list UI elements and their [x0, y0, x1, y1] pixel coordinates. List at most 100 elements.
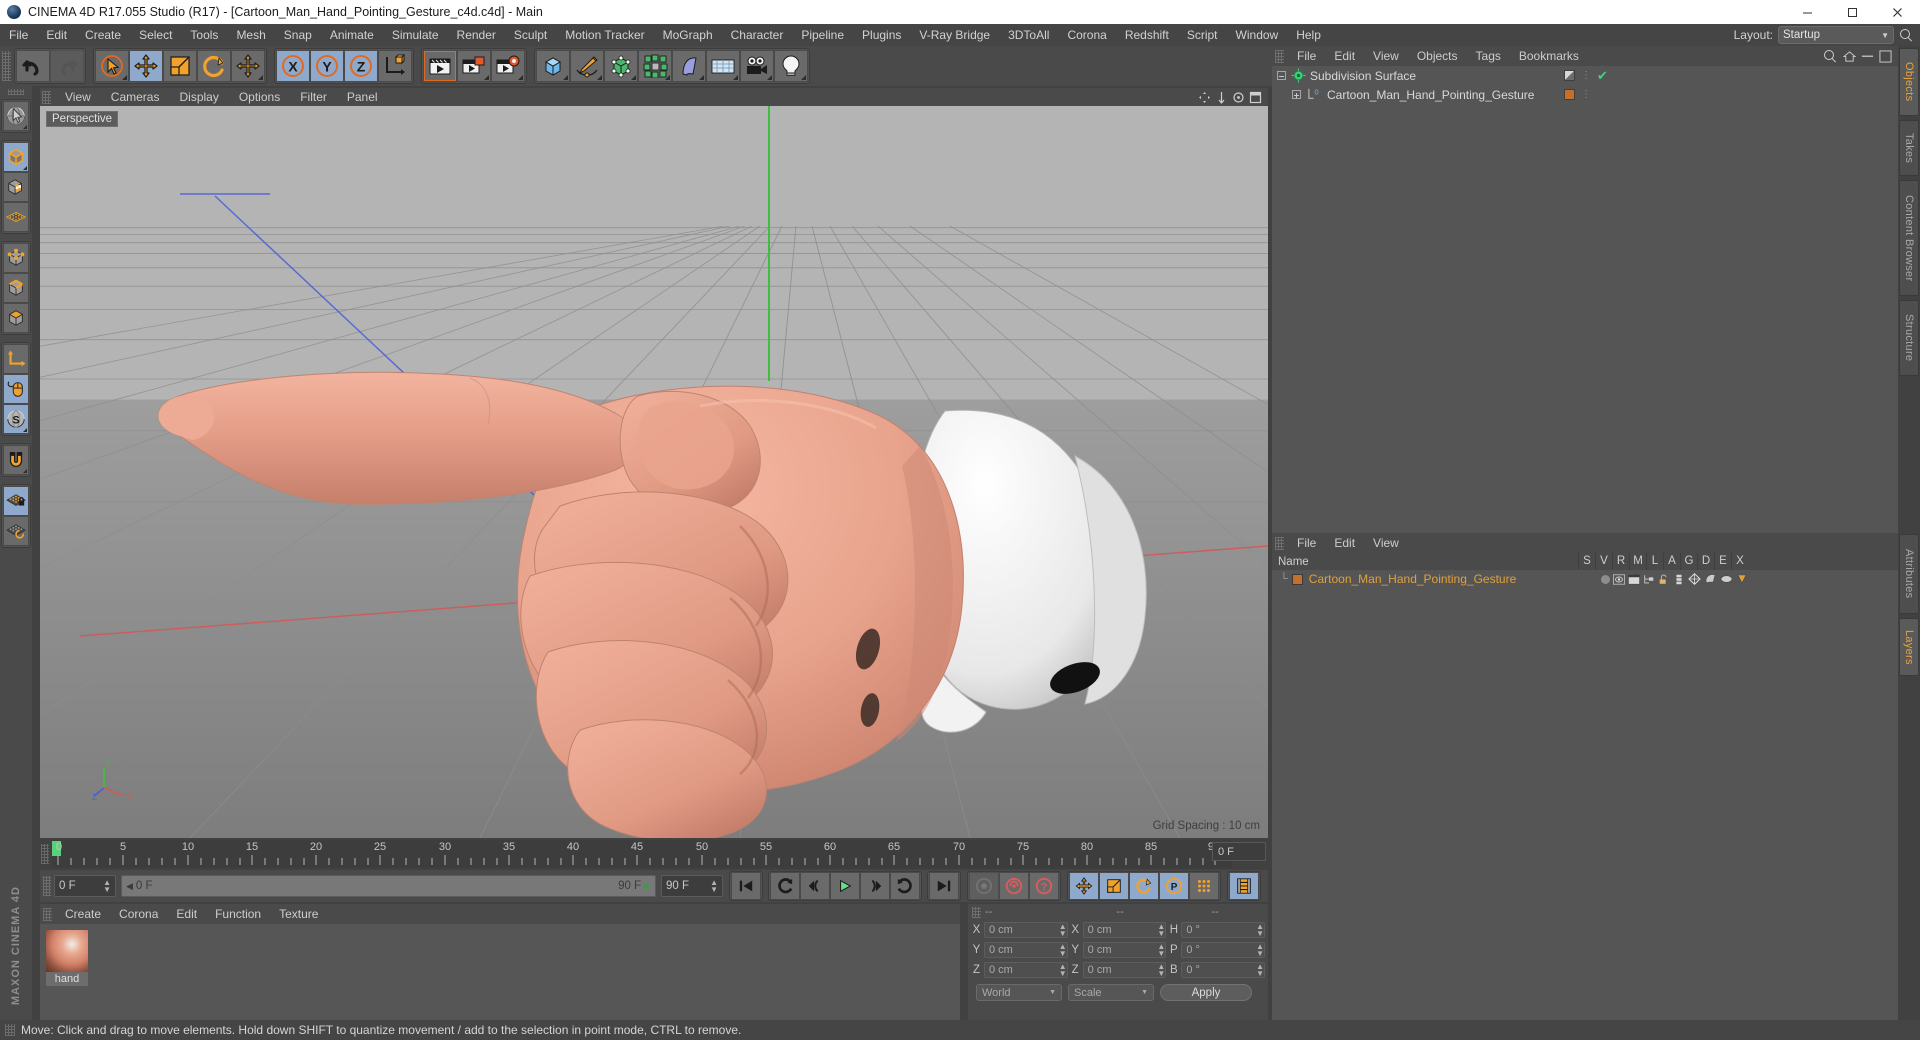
spinner-icon[interactable]: ▲ ▼: [103, 879, 111, 894]
viewport-menu-cameras[interactable]: Cameras: [101, 88, 170, 106]
menu-script[interactable]: Script: [1178, 24, 1227, 46]
edge-mode-button[interactable]: [3, 273, 29, 303]
step-back-frame-button[interactable]: [800, 872, 830, 900]
texture-mode-button[interactable]: [3, 172, 29, 202]
objmgr-expand-icon[interactable]: [1879, 49, 1892, 63]
visibility-eye-icon[interactable]: [1613, 573, 1625, 585]
menu-pipeline[interactable]: Pipeline: [792, 24, 853, 46]
menu-select[interactable]: Select: [130, 24, 181, 46]
render-view-button[interactable]: [423, 50, 457, 82]
menu-motion-tracker[interactable]: Motion Tracker: [556, 24, 653, 46]
tab-content-browser[interactable]: Content Browser: [1899, 180, 1919, 296]
objmgr-search-icon[interactable]: [1823, 49, 1838, 64]
coord-input-pos-y[interactable]: 0 cm ▲ ▼: [984, 942, 1068, 958]
layermgr-menu-file[interactable]: File: [1288, 533, 1325, 553]
rotate-tool-button[interactable]: [197, 50, 231, 82]
menu-create[interactable]: Create: [76, 24, 130, 46]
objmgr-menu-objects[interactable]: Objects: [1408, 46, 1467, 66]
key-pla-button[interactable]: [1189, 872, 1219, 900]
scale-tool-button[interactable]: [163, 50, 197, 82]
row-dots-icon[interactable]: ⋮: [1581, 70, 1591, 80]
xref-icon[interactable]: [1736, 573, 1748, 585]
menu-help[interactable]: Help: [1287, 24, 1330, 46]
current-frame-field[interactable]: 0 F ▲ ▼: [54, 875, 116, 897]
spinner-icon[interactable]: ▲ ▼: [710, 879, 718, 894]
status-bar-grip[interactable]: [5, 1024, 15, 1036]
viewport-menu-options[interactable]: Options: [229, 88, 290, 106]
object-axis-button[interactable]: [3, 344, 29, 374]
magnet-icon-button[interactable]: [3, 445, 29, 475]
timeline-grip[interactable]: [41, 844, 49, 864]
layout-select[interactable]: Startup ▼: [1778, 26, 1894, 44]
coord-input-size-z[interactable]: 0 cm ▲ ▼: [1082, 962, 1167, 978]
minimize-button[interactable]: [1785, 0, 1830, 24]
menu-vray-bridge[interactable]: V-Ray Bridge: [910, 24, 999, 46]
viewport-menu-display[interactable]: Display: [169, 88, 228, 106]
move-tool-button[interactable]: [129, 50, 163, 82]
layer-color-swatch[interactable]: [1291, 573, 1303, 585]
coord-input-rot-h[interactable]: 0 ° ▲ ▼: [1181, 922, 1266, 938]
tab-layers[interactable]: Layers: [1899, 618, 1919, 676]
layermgr-menu-edit[interactable]: Edit: [1325, 533, 1364, 553]
apply-button[interactable]: Apply: [1160, 984, 1252, 1001]
maximize-view-icon[interactable]: [1249, 91, 1262, 104]
solo-dot-icon[interactable]: [1601, 574, 1610, 584]
polygon-mode-button[interactable]: [3, 303, 29, 333]
deformer-bend-button[interactable]: [672, 50, 706, 82]
menu-snap[interactable]: Snap: [275, 24, 321, 46]
objmgr-collapse-icon[interactable]: [1861, 50, 1874, 63]
max-frame-field[interactable]: 90 F ▲ ▼: [661, 875, 723, 897]
menu-redshift[interactable]: Redshift: [1116, 24, 1178, 46]
coord-input-rot-p[interactable]: 0 ° ▲ ▼: [1181, 942, 1266, 958]
coordinates-grip[interactable]: [972, 906, 981, 918]
spinner-icon[interactable]: ▲ ▼: [1256, 923, 1264, 938]
workplane-lock-button[interactable]: [3, 486, 29, 516]
mouse-tool-button[interactable]: [3, 374, 29, 404]
timeline-ruler[interactable]: 0 5 10 15 20 25 30 35 40 45 50 55 60 65 …: [52, 840, 1232, 868]
world-axis-button[interactable]: [378, 50, 412, 82]
menu-tools[interactable]: Tools: [181, 24, 227, 46]
go-to-end-button[interactable]: [929, 872, 959, 900]
timeline-frame-field[interactable]: 0 F: [1212, 842, 1266, 861]
scale-view-icon[interactable]: [1215, 91, 1228, 104]
spinner-icon[interactable]: ▲ ▼: [1256, 943, 1264, 958]
enable-axis-button[interactable]: S: [3, 404, 29, 434]
expand-toggle-icon[interactable]: [1277, 71, 1286, 80]
axis-y-button[interactable]: Y: [310, 50, 344, 82]
model-mode-button[interactable]: [3, 142, 29, 172]
menu-sculpt[interactable]: Sculpt: [505, 24, 556, 46]
key-scale-button[interactable]: [1099, 872, 1129, 900]
menu-file[interactable]: File: [0, 24, 37, 46]
search-icon[interactable]: [1899, 28, 1914, 43]
axis-x-button[interactable]: X: [276, 50, 310, 82]
coord-input-size-y[interactable]: 0 cm ▲ ▼: [1082, 942, 1167, 958]
objmgr-menu-bookmarks[interactable]: Bookmarks: [1510, 46, 1588, 66]
menu-mograph[interactable]: MoGraph: [654, 24, 722, 46]
matmgr-menu-create[interactable]: Create: [56, 904, 110, 924]
objmgr-menu-tags[interactable]: Tags: [1467, 46, 1510, 66]
viewport-3d[interactable]: Perspective Grid Spacing: 10 cm Y X Z: [40, 106, 1268, 838]
material-list[interactable]: hand: [40, 924, 960, 1024]
coord-input-rot-b[interactable]: 0 ° ▲ ▼: [1181, 962, 1266, 978]
spinner-icon[interactable]: ▲ ▼: [1157, 943, 1165, 958]
material-item-hand[interactable]: hand: [45, 929, 89, 987]
objmgr-menu-view[interactable]: View: [1364, 46, 1408, 66]
spinner-icon[interactable]: ▲ ▼: [1059, 923, 1067, 938]
layer-manager-body[interactable]: Name S V R M L A G D E X └ Cartoon_Man_H…: [1272, 553, 1898, 1024]
expand-toggle-icon[interactable]: [1292, 90, 1301, 99]
light-bulb-button[interactable]: [774, 50, 808, 82]
viewport-menu-filter[interactable]: Filter: [290, 88, 337, 106]
matmgr-menu-texture[interactable]: Texture: [270, 904, 327, 924]
manager-tree-icon[interactable]: [1643, 574, 1655, 585]
spline-pen-button[interactable]: [570, 50, 604, 82]
transport-grip[interactable]: [43, 876, 51, 896]
maximize-button[interactable]: [1830, 0, 1875, 24]
keyframe-help-button[interactable]: ?: [1029, 872, 1059, 900]
object-row-cartoon-hand[interactable]: 0 Cartoon_Man_Hand_Pointing_Gesture ⋮: [1272, 85, 1898, 104]
tab-takes[interactable]: Takes: [1899, 120, 1919, 176]
live-selection-button[interactable]: [95, 50, 129, 82]
material-tag-icon[interactable]: [1564, 89, 1575, 100]
autokey-button[interactable]: [999, 872, 1029, 900]
object-manager-tree[interactable]: Subdivision Surface ⋮ ✔ 0 Cartoon_Man_Ha…: [1272, 66, 1898, 533]
generator-icon[interactable]: [1688, 573, 1701, 585]
